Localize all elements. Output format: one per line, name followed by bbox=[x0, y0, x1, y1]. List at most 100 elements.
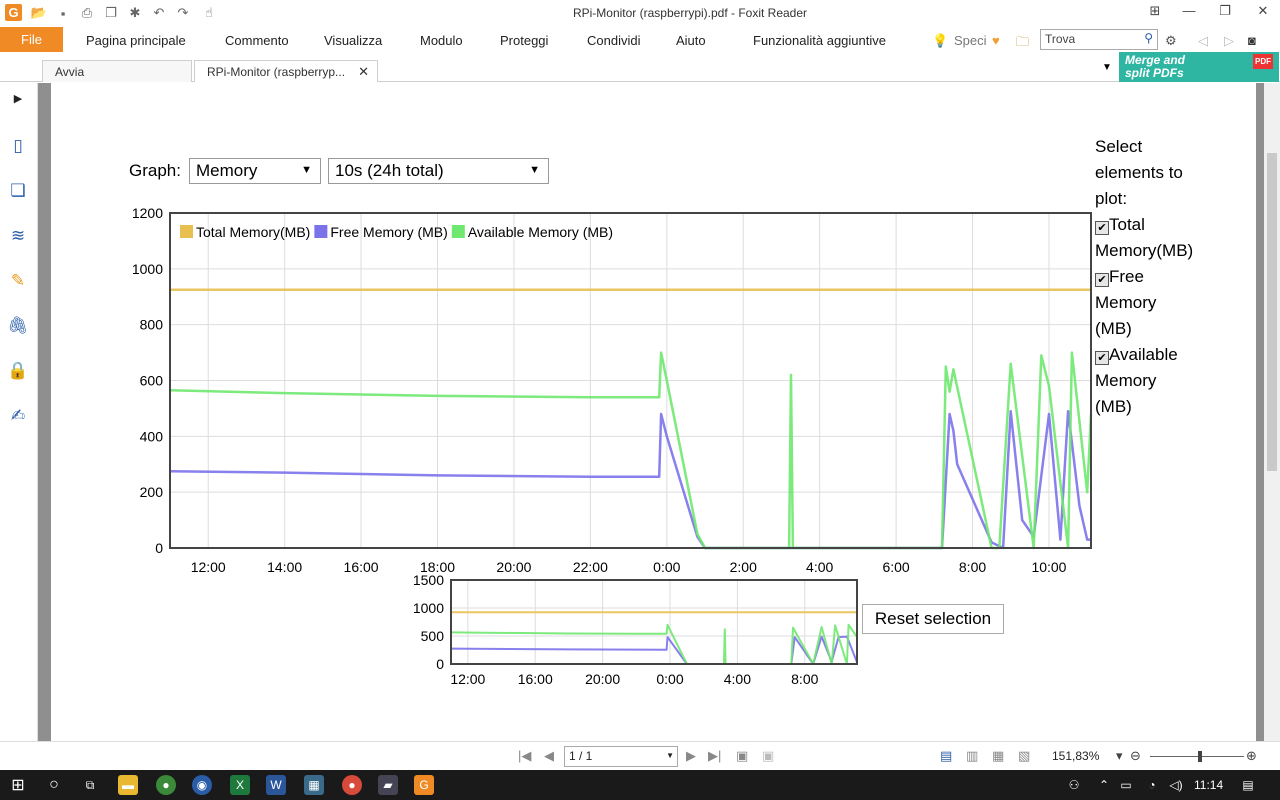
menu-proteggi[interactable]: Proteggi bbox=[500, 33, 548, 48]
foxit-reader-taskbar-icon[interactable]: G bbox=[414, 775, 434, 795]
menu-bar: File Pagina principale Commento Visualiz… bbox=[0, 27, 1280, 55]
tab-document[interactable]: RPi-Monitor (raspberryp... ✕ bbox=[194, 60, 378, 82]
single-page-view-icon[interactable]: ▤ bbox=[940, 748, 952, 764]
chrome-alt-icon[interactable]: ● bbox=[342, 775, 362, 795]
search-icon[interactable]: ⚲ bbox=[1144, 31, 1153, 45]
next-page-icon[interactable]: ▶ bbox=[686, 748, 696, 764]
merge-split-promo-banner[interactable]: Merge and split PDFs PDF bbox=[1119, 52, 1279, 82]
zoom-dropdown-icon[interactable]: ▾ bbox=[1116, 748, 1123, 764]
file-explorer-icon[interactable]: ▬ bbox=[118, 775, 138, 795]
overview-chart[interactable]: 12:00 16:00 20:00 0:00 4:00 8:00 0 500 1000 1500 bbox=[400, 575, 862, 695]
y-tick-label: 1000 bbox=[413, 600, 444, 616]
wifi-icon[interactable]: ◔ bbox=[1142, 775, 1162, 795]
x-tick-label: 22:00 bbox=[573, 559, 608, 575]
tab-close-icon[interactable]: ✕ bbox=[358, 64, 369, 80]
signature-icon[interactable]: ✍ bbox=[7, 405, 29, 427]
plot-selection-panel: Select elements to plot: ✔ Total Memory(M… bbox=[1095, 134, 1225, 420]
dropdown-arrow-icon: ▼ bbox=[529, 164, 540, 176]
excel-icon[interactable]: X bbox=[230, 775, 250, 795]
menu-visualizza[interactable]: Visualizza bbox=[324, 33, 382, 48]
series-line-1 bbox=[450, 635, 858, 665]
page-number-input[interactable]: 1 / 1 ▼ bbox=[564, 746, 678, 767]
find-input[interactable]: Trova ⚲ bbox=[1040, 29, 1158, 50]
attachments-icon[interactable]: 🖇 bbox=[7, 315, 29, 337]
page-icon[interactable]: ▯ bbox=[7, 135, 29, 157]
security-lock-icon[interactable]: 🔒 bbox=[7, 360, 29, 382]
pages-thumbnails-icon[interactable]: ❏ bbox=[7, 180, 29, 202]
scrollbar-thumb[interactable] bbox=[1267, 153, 1277, 471]
zoom-slider[interactable] bbox=[1150, 756, 1244, 757]
remote-desktop-icon[interactable]: ▦ bbox=[304, 775, 324, 795]
action-center-icon[interactable]: ▤ bbox=[1238, 775, 1258, 795]
facing-view-icon[interactable]: ▦ bbox=[992, 748, 1004, 764]
available-memory-checkbox[interactable]: ✔ bbox=[1095, 351, 1109, 365]
y-tick-label: 1000 bbox=[132, 261, 163, 277]
total-memory-checkbox[interactable]: ✔ bbox=[1095, 221, 1109, 235]
x-tick-label: 8:00 bbox=[791, 671, 818, 687]
range-select[interactable]: 10s (24h total) ▼ bbox=[328, 158, 549, 184]
zoom-level[interactable]: 151,83% bbox=[1052, 749, 1099, 763]
layers-icon[interactable]: ≋ bbox=[7, 225, 29, 247]
maximize-button[interactable]: ❐ bbox=[1212, 3, 1238, 23]
ribbon-toggle-icon[interactable]: ⊞ bbox=[1142, 3, 1168, 23]
x-tick-label: 14:00 bbox=[267, 559, 302, 575]
menu-commento[interactable]: Commento bbox=[225, 33, 289, 48]
window-title: RPi-Monitor (raspberrypi).pdf - Foxit Re… bbox=[572, 6, 808, 20]
tab-dropdown-icon[interactable]: ▼ bbox=[1102, 62, 1112, 73]
battery-icon[interactable]: ▭ bbox=[1116, 775, 1136, 795]
people-icon[interactable]: ⚇ bbox=[1064, 775, 1084, 795]
continuous-view-icon[interactable]: ▥ bbox=[966, 748, 978, 764]
y-tick-label: 500 bbox=[421, 628, 445, 644]
close-button[interactable]: ✕ bbox=[1250, 3, 1276, 23]
previous-page-icon[interactable]: ◀ bbox=[544, 748, 554, 764]
volume-icon[interactable]: ◁) bbox=[1166, 775, 1186, 795]
comments-icon[interactable]: ✎ bbox=[7, 270, 29, 292]
legend-swatch bbox=[180, 225, 193, 238]
option-label: Memory bbox=[1095, 371, 1157, 390]
lightbulb-icon: 💡 bbox=[932, 33, 949, 48]
zoom-in-icon[interactable]: ⊕ bbox=[1246, 748, 1257, 764]
series-line-2 bbox=[450, 623, 858, 665]
heart-icon[interactable]: ♥ bbox=[992, 33, 1000, 48]
graph-select[interactable]: Memory ▼ bbox=[189, 158, 321, 184]
memory-chart[interactable]: 12:00 14:00 16:00 18:00 20:00 22:00 0:00 2:00 4:… bbox=[120, 200, 1100, 585]
clock[interactable]: 11:14 bbox=[1194, 778, 1223, 792]
fit-page-icon[interactable]: ▣ bbox=[736, 748, 748, 764]
reset-selection-button[interactable]: Reset selection bbox=[862, 604, 1004, 634]
continuous-facing-view-icon[interactable]: ▧ bbox=[1018, 748, 1030, 764]
cortana-search-icon[interactable]: ○ bbox=[44, 775, 64, 795]
title-bar: G 📂 ▪ ⎙ ❐ ✱ ↶ ↷ ☝ RPi-Monitor (raspberry… bbox=[0, 0, 1280, 27]
settings-icon[interactable]: ⚙ bbox=[1165, 33, 1177, 49]
last-page-icon[interactable]: ▶| bbox=[708, 748, 721, 764]
option-label: Memory(MB) bbox=[1095, 241, 1194, 260]
tab-avvia[interactable]: Avvia bbox=[42, 60, 192, 82]
free-memory-checkbox[interactable]: ✔ bbox=[1095, 273, 1109, 287]
word-icon[interactable]: W bbox=[266, 775, 286, 795]
zoom-slider-thumb[interactable] bbox=[1198, 751, 1202, 762]
forward-icon[interactable]: ▷ bbox=[1224, 33, 1234, 49]
minimize-button[interactable]: — bbox=[1176, 3, 1202, 23]
vertical-scrollbar[interactable] bbox=[1264, 83, 1280, 741]
menu-aiuto[interactable]: Aiuto bbox=[676, 33, 706, 48]
reflow-icon[interactable]: ▣ bbox=[762, 748, 774, 764]
account-icon[interactable]: ◙ bbox=[1248, 33, 1256, 48]
task-view-icon[interactable]: ⧉ bbox=[80, 775, 100, 795]
menu-pagina-principale[interactable]: Pagina principale bbox=[86, 33, 186, 48]
legend-swatch bbox=[314, 225, 328, 238]
browser-icon[interactable]: ◉ bbox=[192, 775, 212, 795]
menu-condividi[interactable]: Condividi bbox=[587, 33, 640, 48]
find-placeholder: Trova bbox=[1045, 32, 1076, 46]
menu-funzionalita-aggiuntive[interactable]: Funzionalità aggiuntive bbox=[753, 33, 886, 48]
tray-expand-icon[interactable]: ⌃ bbox=[1094, 775, 1114, 795]
first-page-icon[interactable]: |◀ bbox=[518, 748, 531, 764]
file-menu-button[interactable]: File bbox=[0, 27, 63, 52]
expand-panel-icon[interactable]: ▶ bbox=[7, 87, 29, 109]
putty-icon[interactable]: ▰ bbox=[378, 775, 398, 795]
tell-me-label[interactable]: Speci bbox=[954, 33, 987, 48]
zoom-out-icon[interactable]: ⊖ bbox=[1130, 748, 1141, 764]
search-folder-icon[interactable]: 🗀 bbox=[1016, 33, 1029, 55]
back-icon[interactable]: ◁ bbox=[1198, 33, 1208, 49]
menu-modulo[interactable]: Modulo bbox=[420, 33, 463, 48]
chrome-icon[interactable]: ● bbox=[156, 775, 176, 795]
windows-start-icon[interactable]: ⊞ bbox=[8, 775, 28, 795]
